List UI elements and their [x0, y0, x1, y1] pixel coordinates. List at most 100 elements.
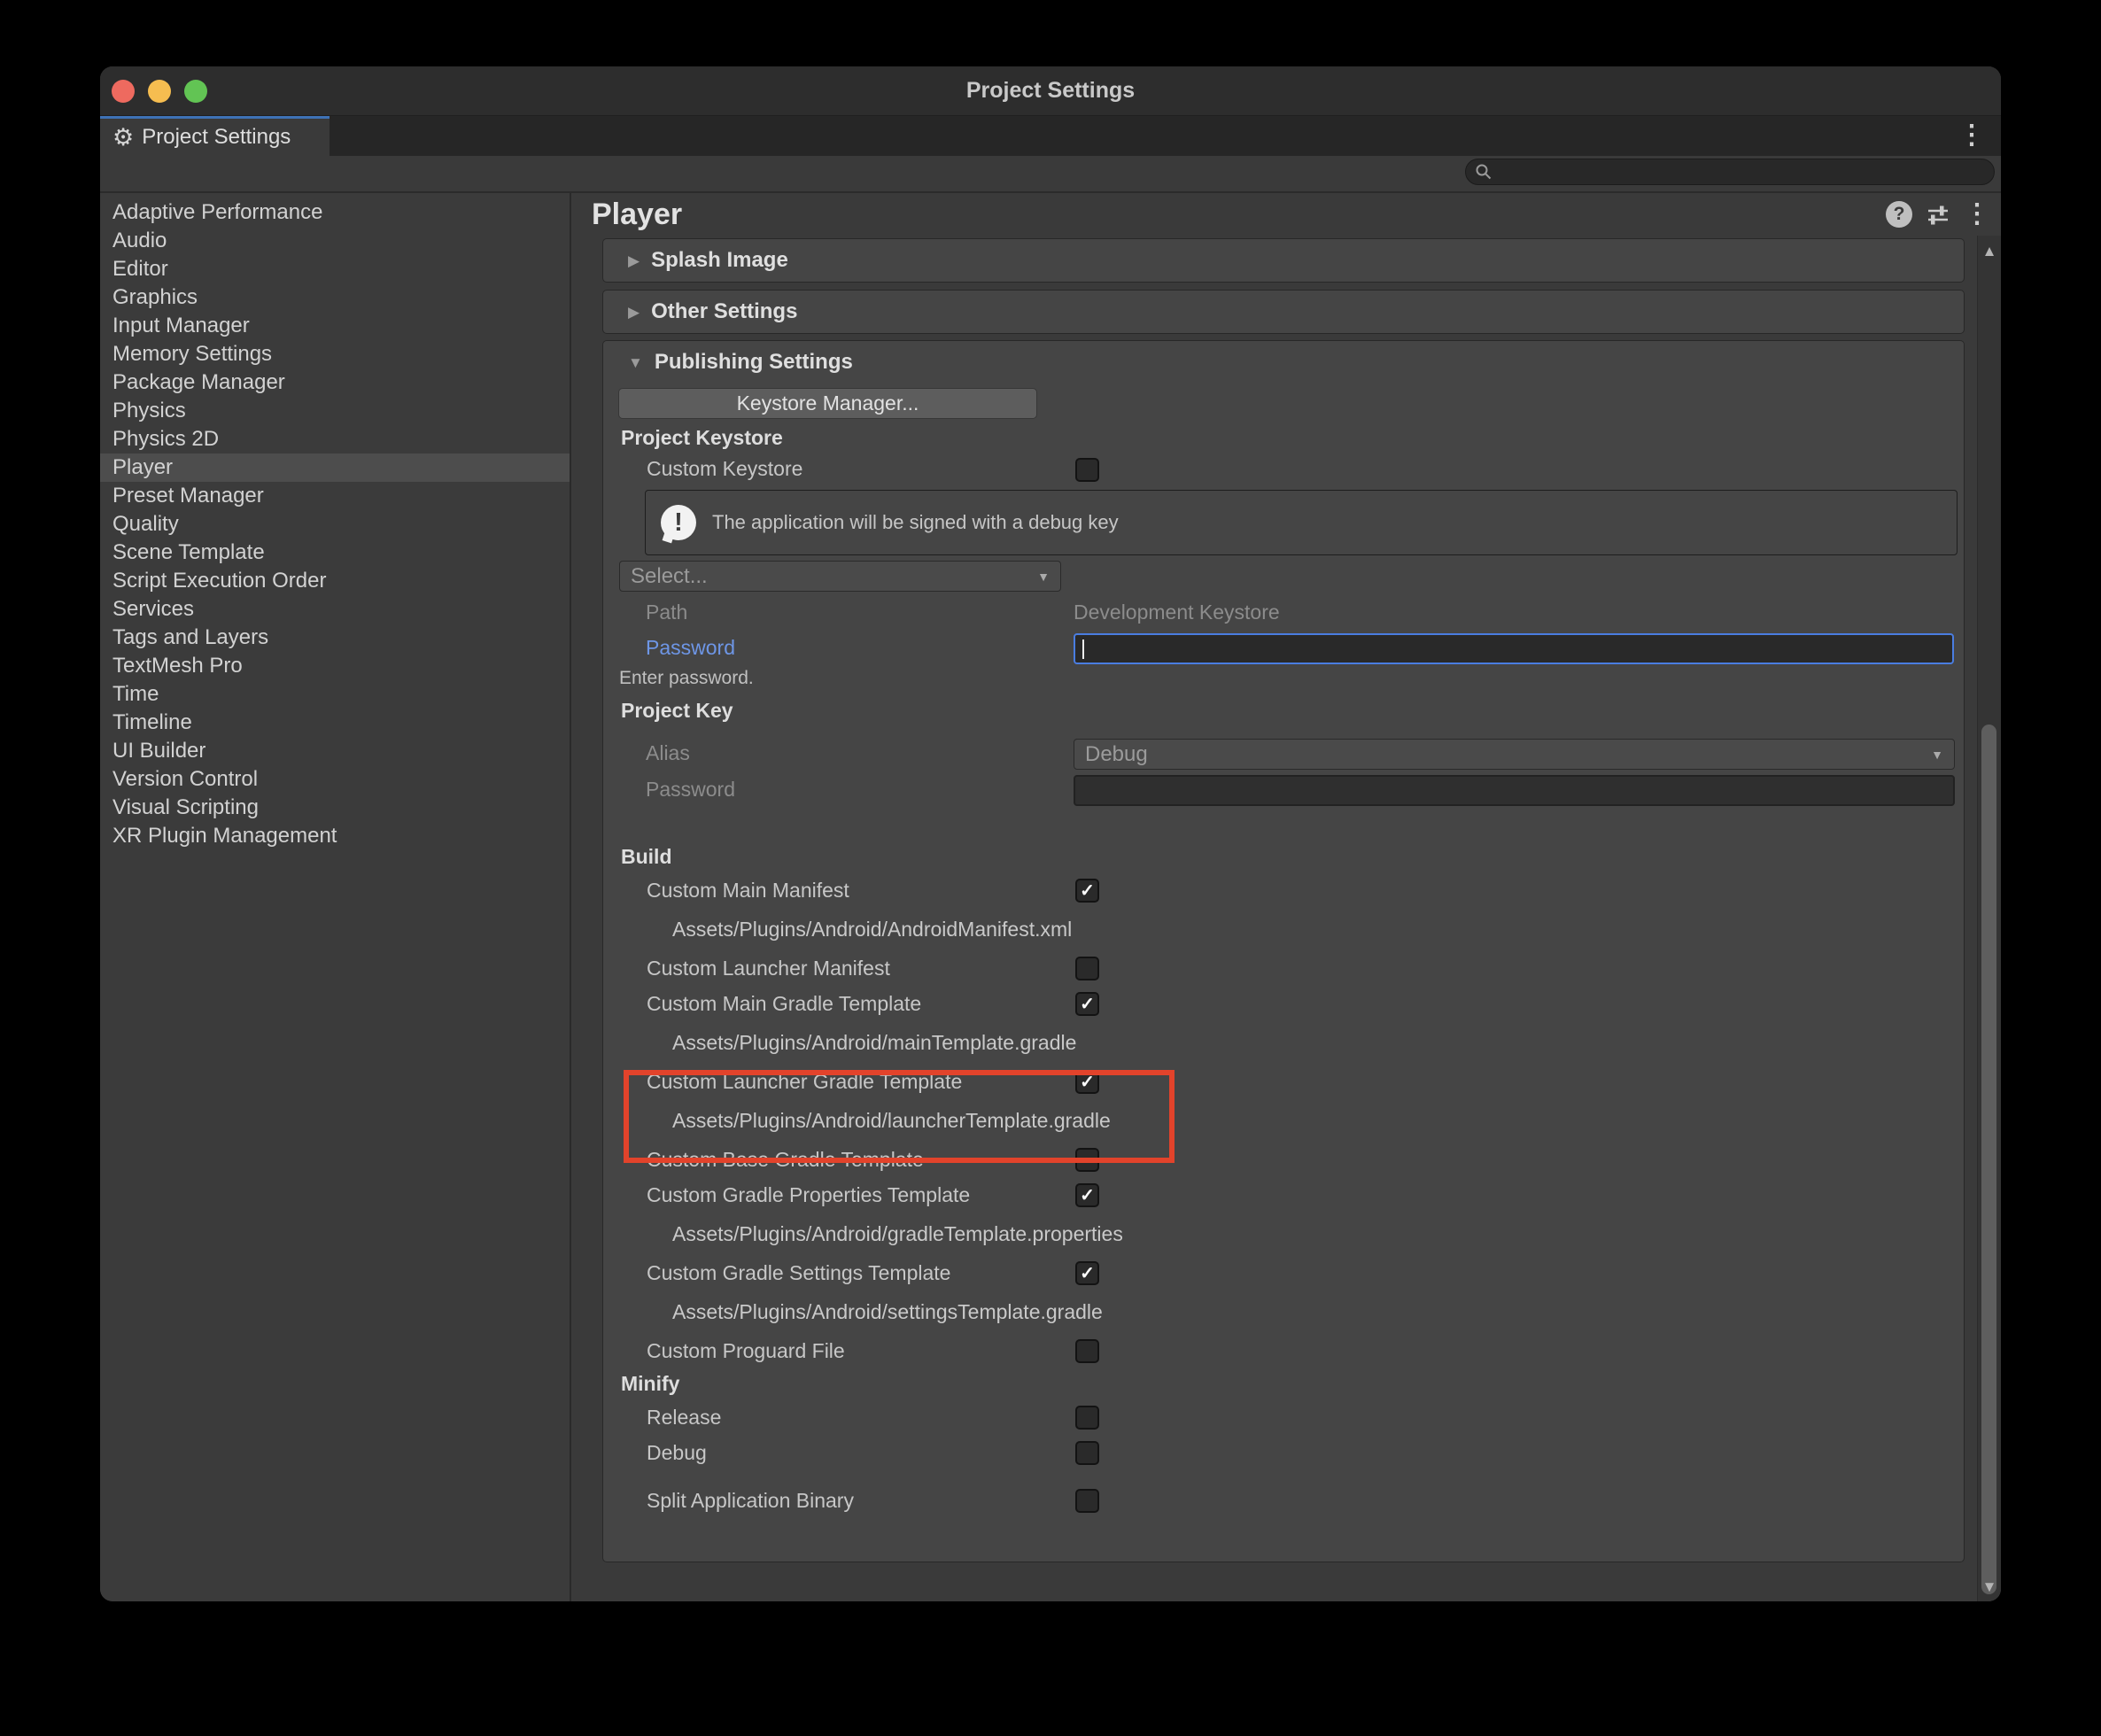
file-path-text: Assets/Plugins/Android/AndroidManifest.x…: [672, 918, 1072, 942]
setting-label: Release: [647, 1406, 721, 1430]
scroll-up-icon[interactable]: ▲: [1978, 243, 2001, 260]
keystore-select-dropdown[interactable]: Select... ▼: [619, 561, 1061, 592]
sidebar-item-input-manager[interactable]: Input Manager: [100, 312, 570, 340]
setting-row-custom-gradle-properties-template: Custom Gradle Properties Template✓: [603, 1177, 1964, 1213]
tab-label: Project Settings: [142, 125, 291, 150]
setting-row-custom-gradle-settings-template: Custom Gradle Settings Template✓: [603, 1255, 1964, 1290]
sidebar-item-time[interactable]: Time: [100, 680, 570, 709]
expanded-arrow-icon: ▼: [628, 355, 643, 370]
tab-bar: ⚙ Project Settings ⋮: [100, 116, 2001, 156]
path-row-androidmanifest-xml: Assets/Plugins/Android/AndroidManifest.x…: [603, 908, 1964, 950]
sidebar-item-tags-and-layers[interactable]: Tags and Layers: [100, 624, 570, 652]
sidebar-item-xr-plugin-management[interactable]: XR Plugin Management: [100, 822, 570, 850]
keystore-manager-button[interactable]: Keystore Manager...: [618, 388, 1037, 419]
section-label: Other Settings: [651, 299, 797, 324]
setting-label: Custom Proguard File: [647, 1339, 845, 1363]
custom-keystore-checkbox[interactable]: [1075, 458, 1099, 482]
group-header-label: Minify: [621, 1372, 679, 1396]
vertical-scrollbar[interactable]: ▲ ▼: [1977, 236, 2001, 1601]
panel-header-icons: ? ⋮: [1886, 193, 1990, 236]
file-path-text: Assets/Plugins/Android/gradleTemplate.pr…: [672, 1222, 1123, 1246]
build-settings-list: Build Custom Main Manifest✓Assets/Plugin…: [603, 841, 1964, 1518]
window-body: Adaptive PerformanceAudioEditorGraphicsI…: [100, 193, 2001, 1601]
sidebar-item-package-manager[interactable]: Package Manager: [100, 368, 570, 397]
window-title: Project Settings: [100, 66, 2001, 115]
keystore-password-input[interactable]: [1074, 633, 1954, 664]
section-label: Splash Image: [651, 248, 788, 273]
sidebar-item-editor[interactable]: Editor: [100, 255, 570, 283]
file-path-text: Assets/Plugins/Android/settingsTemplate.…: [672, 1300, 1103, 1324]
setting-row-custom-main-gradle-template: Custom Main Gradle Template ✓: [603, 986, 1964, 1021]
scrollbar-thumb[interactable]: [1981, 725, 1996, 1594]
presets-icon[interactable]: [1925, 201, 1951, 228]
checkbox-custom-proguard-file[interactable]: [1075, 1339, 1099, 1363]
chevron-down-icon: ▼: [1931, 748, 1943, 762]
sidebar-item-adaptive-performance[interactable]: Adaptive Performance: [100, 198, 570, 227]
sidebar-item-textmesh-pro[interactable]: TextMesh Pro: [100, 652, 570, 680]
text-caret: [1082, 639, 1084, 659]
enter-password-hint: Enter password.: [619, 668, 754, 689]
sidebar-item-visual-scripting[interactable]: Visual Scripting: [100, 794, 570, 822]
sidebar-item-script-execution-order[interactable]: Script Execution Order: [100, 567, 570, 595]
warning-text: The application will be signed with a de…: [712, 511, 1119, 534]
setting-row-split-application-binary: Split Application Binary: [603, 1483, 1964, 1518]
publishing-settings-header[interactable]: ▼ Publishing Settings: [628, 346, 853, 378]
setting-row-custom-main-manifest: Custom Main Manifest✓: [603, 872, 1964, 908]
sidebar-item-physics-2d[interactable]: Physics 2D: [100, 425, 570, 453]
checkbox-release[interactable]: [1075, 1406, 1099, 1430]
panel-menu-icon[interactable]: ⋮: [1964, 201, 1990, 228]
project-key-label: Project Key: [621, 699, 733, 723]
sidebar-item-scene-template[interactable]: Scene Template: [100, 539, 570, 567]
sidebar-item-ui-builder[interactable]: UI Builder: [100, 737, 570, 765]
setting-label: Debug: [647, 1441, 707, 1465]
custom-keystore-label: Custom Keystore: [647, 457, 802, 481]
sidebar-item-player[interactable]: Player: [100, 453, 570, 482]
section-splash-image[interactable]: ▶ Splash Image: [602, 238, 1965, 283]
search-input[interactable]: [1500, 161, 1985, 183]
gear-icon: ⚙: [112, 126, 134, 150]
checkbox-split-application-binary[interactable]: [1075, 1489, 1099, 1513]
search-icon: [1475, 163, 1492, 181]
path-row-maintemplate-gradle: Assets/Plugins/Android/mainTemplate.grad…: [603, 1021, 1964, 1064]
project-keystore-label: Project Keystore: [621, 426, 783, 450]
search-box[interactable]: [1465, 159, 1995, 185]
tab-bar-menu-icon[interactable]: ⋮: [1958, 122, 1985, 149]
chevron-down-icon: ▼: [1037, 570, 1050, 584]
checkbox-custom-main-gradle-template[interactable]: ✓: [1075, 992, 1099, 1016]
setting-label: Custom Launcher Manifest: [647, 957, 890, 980]
collapsed-arrow-icon: ▶: [628, 253, 640, 268]
scroll-down-icon[interactable]: ▼: [1978, 1578, 2001, 1596]
settings-category-list: Adaptive PerformanceAudioEditorGraphicsI…: [100, 193, 571, 1601]
sidebar-item-timeline[interactable]: Timeline: [100, 709, 570, 737]
sidebar-item-quality[interactable]: Quality: [100, 510, 570, 539]
dropdown-value: Select...: [631, 564, 708, 589]
help-icon[interactable]: ?: [1886, 201, 1912, 228]
checkbox-custom-main-manifest[interactable]: ✓: [1075, 879, 1099, 903]
checkbox-custom-launcher-manifest[interactable]: [1075, 957, 1099, 980]
tab-project-settings[interactable]: ⚙ Project Settings: [100, 116, 329, 156]
checkbox-custom-gradle-settings-template[interactable]: ✓: [1075, 1261, 1099, 1285]
alias-dropdown[interactable]: Debug ▼: [1074, 739, 1955, 770]
sidebar-item-physics[interactable]: Physics: [100, 397, 570, 425]
keystore-password-label[interactable]: Password: [646, 636, 735, 660]
sidebar-item-graphics[interactable]: Graphics: [100, 283, 570, 312]
sidebar-item-version-control[interactable]: Version Control: [100, 765, 570, 794]
section-other-settings[interactable]: ▶ Other Settings: [602, 290, 1965, 334]
panel-header: Player ? ⋮: [573, 193, 2001, 236]
player-settings-panel: Player ? ⋮ ▶ Splash Image: [573, 193, 2001, 1601]
sidebar-item-audio[interactable]: Audio: [100, 227, 570, 255]
sidebar-item-memory-settings[interactable]: Memory Settings: [100, 340, 570, 368]
alias-label: Alias: [646, 741, 690, 765]
section-label: Publishing Settings: [655, 350, 853, 375]
sidebar-item-services[interactable]: Services: [100, 595, 570, 624]
setting-label: Custom Main Gradle Template: [647, 992, 921, 1016]
checkbox-custom-gradle-properties-template[interactable]: ✓: [1075, 1183, 1099, 1207]
highlight-annotation-box: [624, 1070, 1175, 1163]
debug-key-warning: ! The application will be signed with a …: [645, 490, 1958, 555]
key-password-input[interactable]: [1074, 775, 1955, 806]
project-settings-window: Project Settings ⚙ Project Settings ⋮ Ad…: [100, 66, 2001, 1601]
window-titlebar: Project Settings: [100, 66, 2001, 116]
path-label: Path: [646, 601, 687, 624]
checkbox-debug[interactable]: [1075, 1441, 1099, 1465]
sidebar-item-preset-manager[interactable]: Preset Manager: [100, 482, 570, 510]
